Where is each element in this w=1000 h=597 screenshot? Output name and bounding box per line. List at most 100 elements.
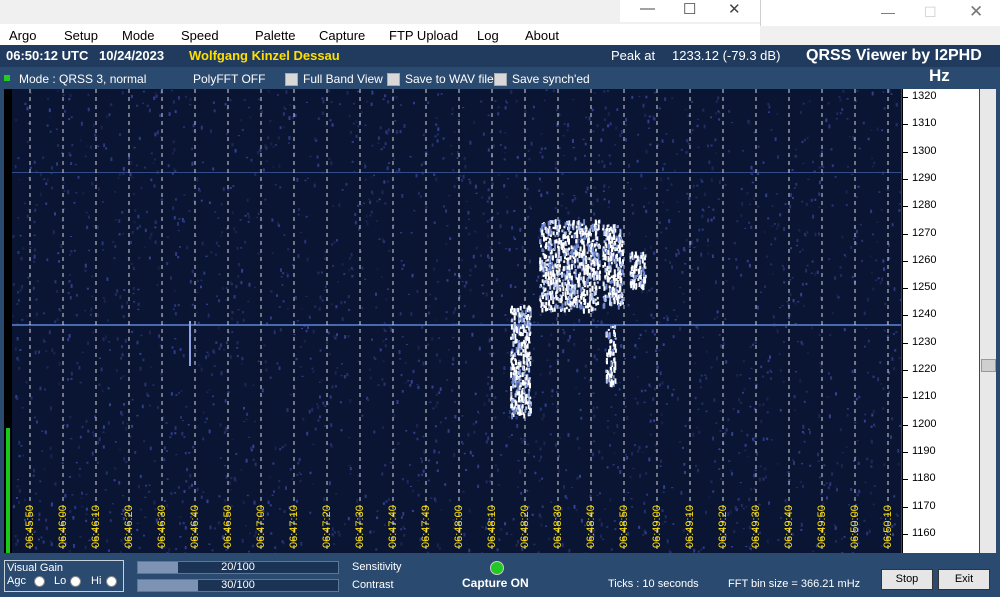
noise-speck	[679, 287, 682, 289]
contrast-label: Contrast	[352, 579, 394, 591]
noise-speck	[405, 344, 408, 346]
scrollbar-thumb[interactable]	[981, 359, 996, 372]
noise-speck	[736, 220, 739, 223]
noise-speck	[802, 484, 804, 489]
noise-speck	[710, 366, 713, 369]
full-band-checkbox[interactable]	[285, 73, 298, 86]
visual-gain-label: Visual Gain	[7, 562, 64, 574]
close-icon[interactable]: ✕	[728, 0, 741, 18]
noise-speck	[539, 515, 542, 519]
lo-radio[interactable]	[70, 576, 81, 587]
noise-speck	[212, 101, 215, 104]
waterfall-display[interactable]	[12, 89, 901, 553]
noise-speck	[118, 219, 121, 223]
noise-speck	[174, 110, 177, 114]
noise-speck	[789, 313, 792, 316]
menu-argo[interactable]: Argo	[9, 28, 36, 43]
noise-speck	[778, 353, 781, 356]
noise-speck	[739, 482, 742, 484]
noise-speck	[684, 263, 687, 265]
noise-speck	[607, 186, 610, 188]
noise-speck	[669, 261, 671, 264]
contrast-slider[interactable]: 30/100	[137, 579, 339, 592]
noise-speck	[440, 93, 443, 95]
time-label: 06:46:50	[222, 505, 234, 548]
menu-capture[interactable]: Capture	[319, 28, 365, 43]
stop-button[interactable]: Stop	[881, 569, 933, 590]
signal-speck	[575, 225, 578, 229]
noise-speck	[402, 264, 405, 267]
noise-speck	[196, 279, 199, 282]
noise-speck	[899, 299, 901, 301]
maximize-icon[interactable]: ☐	[924, 4, 937, 21]
noise-speck	[445, 317, 448, 321]
noise-speck	[444, 417, 447, 420]
noise-speck	[154, 240, 157, 244]
noise-speck	[144, 516, 147, 518]
menu-mode[interactable]: Mode	[122, 28, 155, 43]
noise-speck	[770, 263, 773, 266]
noise-speck	[888, 89, 891, 93]
noise-speck	[800, 528, 803, 531]
signal-speck	[638, 269, 640, 274]
noise-speck	[750, 165, 753, 170]
hi-radio[interactable]	[106, 576, 117, 587]
menu-setup[interactable]: Setup	[64, 28, 98, 43]
noise-speck	[715, 422, 718, 424]
minimize-icon[interactable]: —	[640, 0, 655, 17]
save-wav-checkbox[interactable]	[387, 73, 400, 86]
signal-speck	[630, 273, 633, 277]
noise-speck	[608, 200, 611, 204]
noise-speck	[662, 491, 665, 494]
noise-speck	[352, 122, 355, 125]
noise-speck	[740, 273, 743, 277]
save-synch-checkbox[interactable]	[494, 73, 507, 86]
noise-speck	[884, 303, 887, 305]
signal-speck	[528, 396, 531, 399]
noise-speck	[85, 211, 88, 214]
noise-speck	[274, 546, 277, 550]
noise-speck	[224, 499, 227, 502]
noise-speck	[410, 311, 413, 316]
noise-speck	[154, 92, 157, 94]
noise-speck	[100, 125, 103, 130]
signal-speck	[527, 314, 530, 317]
exit-button[interactable]: Exit	[938, 569, 990, 590]
menu-palette[interactable]: Palette	[255, 28, 295, 43]
agc-radio[interactable]	[34, 576, 45, 587]
noise-speck	[138, 136, 141, 141]
noise-speck	[70, 378, 73, 380]
menu-log[interactable]: Log	[477, 28, 499, 43]
menu-about[interactable]: About	[525, 28, 559, 43]
noise-speck	[814, 272, 817, 276]
menu-ftp-upload[interactable]: FTP Upload	[389, 28, 458, 43]
polyfft-status[interactable]: PolyFFT OFF	[193, 72, 265, 86]
close-icon[interactable]: ✕	[969, 2, 983, 22]
minimize-icon[interactable]: —	[881, 4, 895, 20]
noise-speck	[665, 227, 668, 230]
noise-speck	[244, 214, 247, 217]
maximize-icon[interactable]: ☐	[683, 0, 696, 18]
sensitivity-slider[interactable]: 20/100	[137, 561, 339, 574]
signal-speck	[565, 243, 568, 246]
noise-speck	[208, 543, 211, 545]
vertical-scrollbar[interactable]	[980, 89, 996, 553]
menu-speed[interactable]: Speed	[181, 28, 219, 43]
noise-speck	[538, 479, 541, 482]
signal-speck	[546, 294, 549, 301]
menu-bar: Argo Setup Mode Speed Palette Capture FT…	[0, 24, 760, 46]
noise-speck	[38, 538, 40, 541]
noise-speck	[106, 277, 109, 281]
noise-speck	[468, 548, 471, 553]
signal-speck	[631, 251, 634, 255]
noise-speck	[14, 535, 17, 538]
signal-speck	[547, 245, 550, 251]
background-window-titlebar: — ☐ ✕	[760, 0, 1000, 26]
noise-speck	[30, 396, 33, 400]
noise-speck	[407, 379, 410, 382]
noise-speck	[762, 437, 765, 441]
noise-speck	[624, 406, 627, 408]
noise-speck	[643, 401, 646, 403]
noise-speck	[68, 98, 71, 101]
noise-speck	[831, 164, 834, 168]
